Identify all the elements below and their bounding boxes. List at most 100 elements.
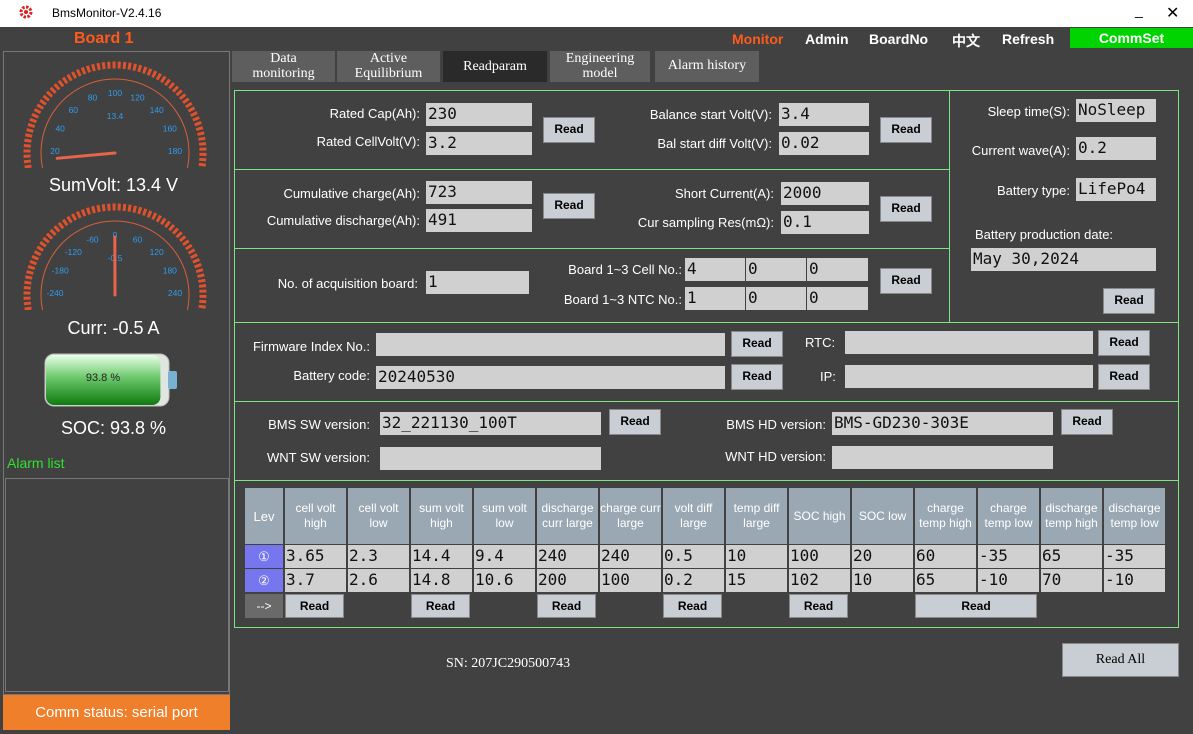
wnt-sw-field[interactable] <box>380 447 601 470</box>
menu-boardno[interactable]: BoardNo <box>869 31 928 47</box>
battery-code-field[interactable]: 20240530 <box>376 366 725 389</box>
read-button[interactable]: Read <box>1103 288 1155 314</box>
read-button[interactable]: Read <box>1098 364 1150 390</box>
table-cell[interactable]: 20 <box>852 545 913 568</box>
table-header-lev: Lev <box>245 488 283 544</box>
table-cell[interactable]: 240 <box>537 545 598 568</box>
commset-button[interactable]: CommSet <box>1070 28 1193 48</box>
table-cell[interactable]: 10.6 <box>474 569 535 592</box>
read-button[interactable]: Read <box>880 268 932 294</box>
battery-type-label: Battery type: <box>997 183 1070 198</box>
gauge-tick-label: 160 <box>163 124 177 134</box>
read-button[interactable]: Read <box>880 196 932 222</box>
rated-cap-field[interactable]: 230 <box>426 103 532 126</box>
rtc-field[interactable] <box>845 331 1093 354</box>
table-cell[interactable]: 65 <box>915 569 976 592</box>
table-cell[interactable]: 15 <box>726 569 787 592</box>
bms-sw-field[interactable]: 32_221130_100T <box>380 412 601 435</box>
table-cell[interactable]: 10 <box>726 545 787 568</box>
table-cell[interactable]: 9.4 <box>474 545 535 568</box>
menu-language[interactable]: 中文 <box>952 31 980 51</box>
tab-label: Readparam <box>463 59 527 74</box>
close-button[interactable]: ✕ <box>1166 3 1179 23</box>
bal-diff-field[interactable]: 0.02 <box>779 132 869 155</box>
gauge-tick-label: 180 <box>163 266 177 276</box>
table-cell[interactable]: -10 <box>978 569 1039 592</box>
sleep-time-field[interactable]: NoSleep <box>1076 99 1156 122</box>
menu-admin[interactable]: Admin <box>805 31 849 47</box>
read-button[interactable]: Read <box>731 331 783 357</box>
ntc-no-field-3[interactable]: 0 <box>807 287 868 310</box>
table-cell[interactable]: 100 <box>789 545 850 568</box>
tab-readparam[interactable]: Readparam <box>443 51 547 82</box>
cum-discharge-field[interactable]: 491 <box>426 209 532 232</box>
rated-cellvolt-field[interactable]: 3.2 <box>426 132 532 155</box>
serial-number: SN: 207JC290500743 <box>446 656 571 671</box>
read-button[interactable]: Read <box>789 594 848 618</box>
table-cell[interactable]: -10 <box>1104 569 1165 592</box>
read-button[interactable]: Read <box>915 594 1037 618</box>
cell-no-field-3[interactable]: 0 <box>807 258 868 281</box>
bms-hd-label: BMS HD version: <box>726 417 826 432</box>
table-cell[interactable]: 10 <box>852 569 913 592</box>
table-cell[interactable]: 14.4 <box>411 545 472 568</box>
table-cell[interactable]: 0.5 <box>663 545 724 568</box>
table-cell[interactable]: 14.8 <box>411 569 472 592</box>
read-button[interactable]: Read <box>609 409 661 435</box>
table-cell[interactable]: 2.3 <box>348 545 409 568</box>
table-cell[interactable]: -35 <box>978 545 1039 568</box>
tab-data-monitoring[interactable]: Data monitoring <box>232 51 335 82</box>
ntc-no-field-2[interactable]: 0 <box>746 287 806 310</box>
cum-charge-label: Cumulative charge(Ah): <box>283 186 420 201</box>
tab-engineering-model[interactable]: Engineering model <box>550 51 650 82</box>
read-button[interactable]: Read <box>731 364 783 390</box>
read-button[interactable]: Read <box>285 594 344 618</box>
table-cell[interactable]: -35 <box>1104 545 1165 568</box>
production-date-field[interactable]: May 30,2024 <box>971 248 1156 271</box>
read-all-button[interactable]: Read All <box>1062 643 1179 677</box>
read-button[interactable]: Read <box>537 594 596 618</box>
table-cell[interactable]: 102 <box>789 569 850 592</box>
read-button[interactable]: Read <box>543 193 595 219</box>
cell-no-field-2[interactable]: 0 <box>746 258 806 281</box>
table-cell[interactable]: 240 <box>600 545 661 568</box>
alarm-list[interactable] <box>5 478 229 692</box>
read-button[interactable]: Read <box>663 594 722 618</box>
table-cell[interactable]: 60 <box>915 545 976 568</box>
acq-board-field[interactable]: 1 <box>426 271 529 294</box>
read-button[interactable]: Read <box>1098 330 1150 356</box>
bal-start-field[interactable]: 3.4 <box>779 103 869 126</box>
ntc-no-field-1[interactable]: 1 <box>685 287 745 310</box>
table-cell[interactable]: 70 <box>1041 569 1102 592</box>
firmware-index-field[interactable] <box>376 333 725 356</box>
table-cell[interactable]: 3.7 <box>285 569 346 592</box>
table-cell[interactable]: 200 <box>537 569 598 592</box>
table-header: SOC low <box>852 488 913 544</box>
wnt-hd-field[interactable] <box>832 446 1053 469</box>
tab-label: Engineering <box>565 51 635 66</box>
ip-label: IP: <box>820 369 836 384</box>
read-button[interactable]: Read <box>411 594 470 618</box>
table-cell[interactable]: 2.6 <box>348 569 409 592</box>
ip-field[interactable] <box>845 365 1093 388</box>
cur-sampling-res-field[interactable]: 0.1 <box>781 211 869 234</box>
tab-alarm-history[interactable]: Alarm history <box>655 51 759 82</box>
menu-monitor[interactable]: Monitor <box>732 31 783 47</box>
table-cell[interactable]: 0.2 <box>663 569 724 592</box>
menu-refresh[interactable]: Refresh <box>1002 31 1054 47</box>
current-wave-field[interactable]: 0.2 <box>1076 137 1156 160</box>
minimize-button[interactable]: _ <box>1135 2 1143 18</box>
short-current-field[interactable]: 2000 <box>781 182 869 205</box>
table-cell[interactable]: 3.65 <box>285 545 346 568</box>
table-cell[interactable]: 65 <box>1041 545 1102 568</box>
cell-no-field-1[interactable]: 4 <box>685 258 745 281</box>
read-button[interactable]: Read <box>1061 409 1113 435</box>
read-button[interactable]: Read <box>880 117 932 143</box>
table-cell[interactable]: 100 <box>600 569 661 592</box>
cum-charge-field[interactable]: 723 <box>426 181 532 204</box>
bms-hd-field[interactable]: BMS-GD230-303E <box>832 412 1053 435</box>
battery-type-field[interactable]: LifePo4 <box>1076 178 1156 201</box>
read-button[interactable]: Read <box>543 117 595 143</box>
tab-active-equilibrium[interactable]: Active Equilibrium <box>337 51 440 82</box>
table-header: charge temp low <box>978 488 1039 544</box>
